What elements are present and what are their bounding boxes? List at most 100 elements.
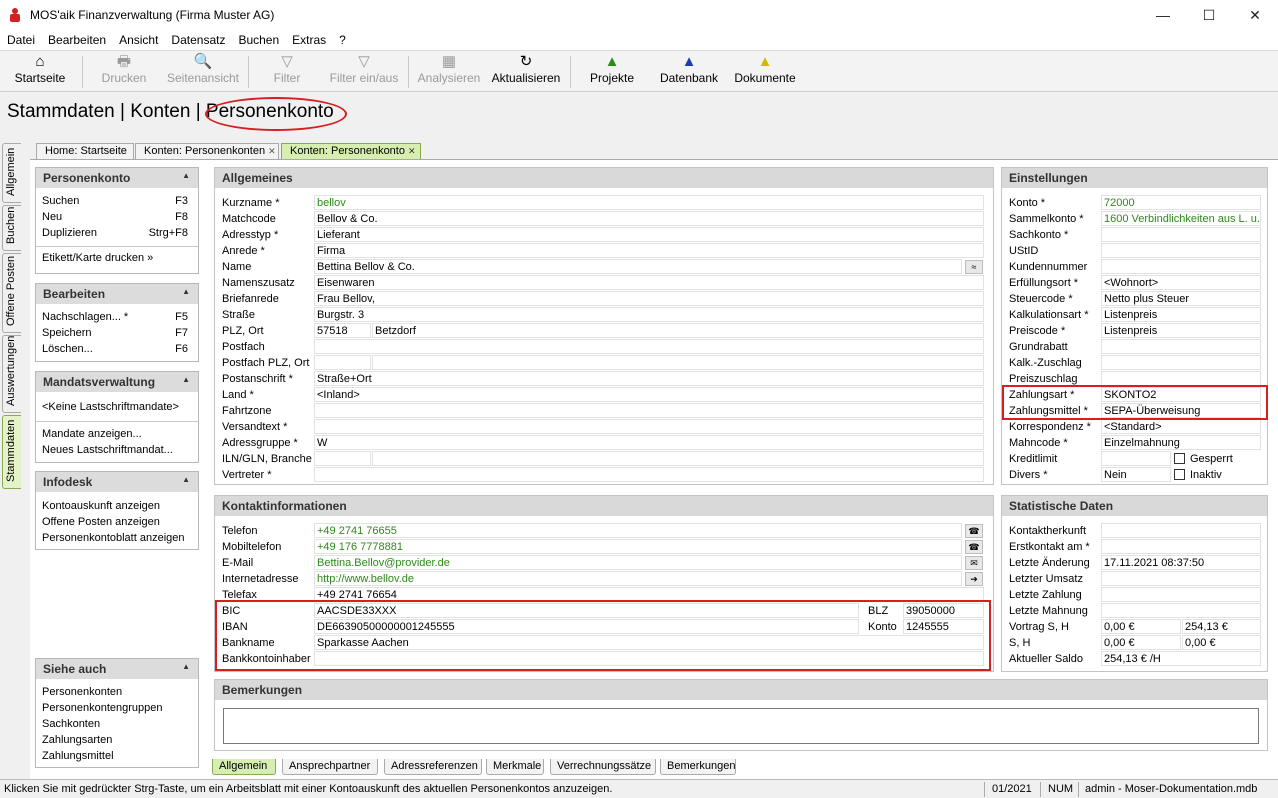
phone-icon[interactable]: ☎: [965, 540, 983, 554]
name-lookup-icon[interactable]: ≈: [965, 260, 983, 274]
tab-verrechnungssaetze[interactable]: Verrechnungssätze: [550, 759, 656, 775]
menu-bearbeiten[interactable]: Bearbeiten: [41, 30, 112, 47]
sidebar-item-keine-mandate[interactable]: <Keine Lastschriftmandate>: [36, 400, 198, 416]
field-value[interactable]: [1101, 587, 1261, 602]
arrow-right-icon[interactable]: ➔: [965, 572, 983, 586]
field-value[interactable]: Listenpreis: [1101, 323, 1261, 338]
toolbar-dokumente-button[interactable]: ▲ Dokumente: [730, 53, 800, 91]
toolbar-analysieren-button[interactable]: ▦ Analysieren: [416, 53, 482, 91]
checkbox-inaktiv[interactable]: [1174, 469, 1185, 480]
toolbar-drucken-button[interactable]: 🖶 Drucken: [94, 53, 154, 91]
field-value[interactable]: +49 176 7778881: [314, 539, 962, 554]
field-value[interactable]: [1101, 339, 1261, 354]
toolbar-datenbank-button[interactable]: ▲ Datenbank: [654, 53, 724, 91]
field-value[interactable]: [1101, 243, 1261, 258]
field-value[interactable]: Bellov & Co.: [314, 211, 984, 226]
sidebar-item-nachschlagen[interactable]: Nachschlagen... * F5: [36, 310, 198, 326]
menu-buchen[interactable]: Buchen: [231, 30, 285, 47]
phone-icon[interactable]: ☎: [965, 524, 983, 538]
collapse-icon[interactable]: ▲: [182, 171, 190, 180]
field-value[interactable]: Betzdorf: [372, 323, 984, 338]
field-value[interactable]: [372, 451, 984, 466]
field-value[interactable]: 0,00 €: [1182, 635, 1261, 650]
collapse-icon[interactable]: ▲: [182, 375, 190, 384]
field-value[interactable]: [372, 355, 984, 370]
sidebar-item-offene-posten[interactable]: Offene Posten anzeigen: [36, 515, 198, 531]
field-value[interactable]: [1101, 259, 1261, 274]
minimize-button[interactable]: —: [1140, 0, 1186, 30]
tab-allgemein[interactable]: Allgemein: [212, 759, 276, 775]
field-value[interactable]: +49 2741 76655: [314, 523, 962, 538]
sidebar-item-sachkonten[interactable]: Sachkonten: [36, 717, 198, 733]
tab-ansprechpartner[interactable]: Ansprechpartner: [282, 759, 378, 775]
field-value[interactable]: [314, 403, 984, 418]
field-value[interactable]: Frau Bellov,: [314, 291, 984, 306]
field-value[interactable]: Bettina.Bellov@provider.de: [314, 555, 962, 570]
menu-extras[interactable]: Extras: [285, 30, 332, 47]
field-value[interactable]: [1101, 371, 1261, 386]
field-value[interactable]: Burgstr. 3: [314, 307, 984, 322]
sidebar-item-kontoauskunft[interactable]: Kontoauskunft anzeigen: [36, 499, 198, 515]
sidebar-item-duplizieren[interactable]: Duplizieren Strg+F8: [36, 226, 198, 242]
vtab-buchen[interactable]: Buchen: [2, 205, 21, 251]
field-value[interactable]: 0,00 €: [1101, 619, 1181, 634]
field-value[interactable]: [1101, 451, 1171, 466]
field-value[interactable]: W: [314, 435, 984, 450]
field-value[interactable]: [1101, 539, 1261, 554]
field-value[interactable]: Firma: [314, 243, 984, 258]
sidebar-item-zahlungsarten[interactable]: Zahlungsarten: [36, 733, 198, 749]
field-value[interactable]: http://www.bellov.de: [314, 571, 962, 586]
field-value[interactable]: Listenpreis: [1101, 307, 1261, 322]
field-value[interactable]: Lieferant: [314, 227, 984, 242]
toolbar-projekte-button[interactable]: ▲ Projekte: [582, 53, 642, 91]
field-value[interactable]: [1101, 523, 1261, 538]
sidebar-item-mandate-anzeigen[interactable]: Mandate anzeigen...: [36, 427, 198, 443]
vtab-auswertungen[interactable]: Auswertungen: [2, 335, 21, 413]
vtab-offene-posten[interactable]: Offene Posten: [2, 253, 21, 333]
sidebar-item-speichern[interactable]: Speichern F7: [36, 326, 198, 342]
tab-bemerkungen[interactable]: Bemerkungen: [660, 759, 736, 775]
menu-datensatz[interactable]: Datensatz: [164, 30, 231, 47]
sidebar-item-neu[interactable]: Neu F8: [36, 210, 198, 226]
field-value[interactable]: 254,13 €: [1182, 619, 1261, 634]
field-value[interactable]: Einzelmahnung: [1101, 435, 1261, 450]
vtab-allgemein[interactable]: Allgemein: [2, 143, 21, 203]
toolbar-filter-button[interactable]: ▽ Filter: [262, 53, 312, 91]
close-tab-icon[interactable]: ✕: [268, 146, 276, 156]
collapse-icon[interactable]: ▲: [182, 662, 190, 671]
field-value[interactable]: 17.11.2021 08:37:50: [1101, 555, 1261, 570]
field-value[interactable]: [1101, 227, 1261, 242]
field-value[interactable]: 72000: [1101, 195, 1261, 210]
field-value[interactable]: <Standard>: [1101, 419, 1261, 434]
tab-personenkonten[interactable]: Konten: Personenkonten ✕: [135, 143, 279, 159]
sidebar-item-zahlungsmittel[interactable]: Zahlungsmittel: [36, 749, 198, 765]
field-value[interactable]: bellov: [314, 195, 984, 210]
tab-merkmale[interactable]: Merkmale: [486, 759, 544, 775]
toolbar-aktualisieren-button[interactable]: ↻ Aktualisieren: [488, 53, 564, 91]
field-value[interactable]: <Inland>: [314, 387, 984, 402]
field-value[interactable]: [314, 467, 984, 482]
menu-ansicht[interactable]: Ansicht: [112, 30, 164, 47]
field-value[interactable]: [1101, 355, 1261, 370]
toolbar-seitenansicht-button[interactable]: 🔍 Seitenansicht: [164, 53, 242, 91]
close-button[interactable]: ✕: [1232, 0, 1278, 30]
tab-adressreferenzen[interactable]: Adressreferenzen: [384, 759, 482, 775]
sidebar-item-personenkontoblatt[interactable]: Personenkontoblatt anzeigen: [36, 531, 198, 547]
field-value[interactable]: [1101, 571, 1261, 586]
field-value[interactable]: 57518: [314, 323, 371, 338]
tab-home-startseite[interactable]: Home: Startseite: [36, 143, 134, 159]
sidebar-item-neues-mandat[interactable]: Neues Lastschriftmandat...: [36, 443, 198, 459]
collapse-icon[interactable]: ▲: [182, 475, 190, 484]
field-value[interactable]: [314, 419, 984, 434]
field-value[interactable]: Netto plus Steuer: [1101, 291, 1261, 306]
toolbar-startseite-button[interactable]: ⌂ Startseite: [8, 53, 72, 91]
checkbox-gesperrt[interactable]: [1174, 453, 1185, 464]
field-value[interactable]: Nein: [1101, 467, 1171, 482]
field-value[interactable]: [314, 355, 371, 370]
sidebar-item-personenkontengruppen[interactable]: Personenkontengruppen: [36, 701, 198, 717]
menu-help[interactable]: ?: [332, 30, 352, 47]
field-value[interactable]: 1600 Verbindlichkeiten aus L. u. L: [1101, 211, 1261, 226]
toolbar-filter-toggle-button[interactable]: ▽ Filter ein/aus: [326, 53, 402, 91]
field-value[interactable]: Eisenwaren: [314, 275, 984, 290]
vtab-stammdaten[interactable]: Stammdaten: [2, 415, 21, 489]
